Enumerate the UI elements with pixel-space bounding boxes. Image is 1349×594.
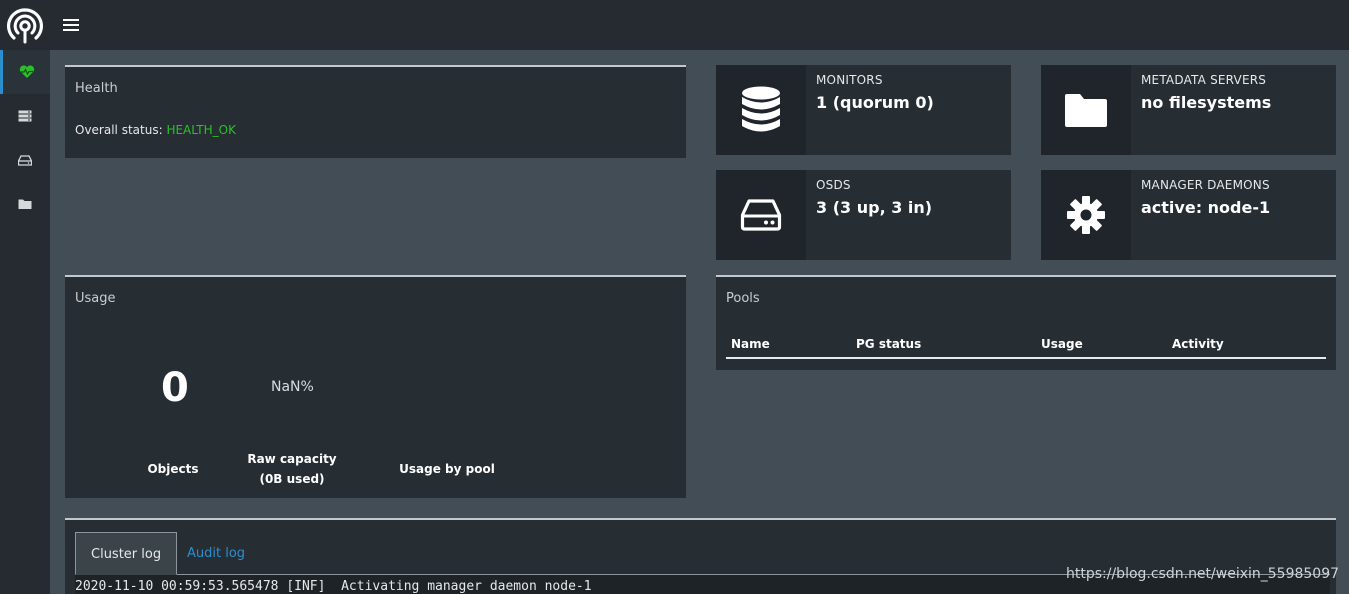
pools-col-usage[interactable]: Usage	[1041, 337, 1083, 351]
overall-status-value: HEALTH_OK	[166, 123, 236, 137]
sidebar	[0, 50, 50, 594]
manager-daemons-label: MANAGER DAEMONS	[1141, 178, 1270, 192]
top-navbar	[0, 0, 1349, 50]
pools-col-pg-status[interactable]: PG status	[856, 337, 921, 351]
raw-capacity-used: (0B used)	[259, 472, 325, 486]
drive-icon	[740, 199, 782, 231]
sidebar-item-cluster[interactable]	[0, 94, 50, 138]
pools-header-underline	[726, 357, 1326, 359]
metadata-servers-card[interactable]: METADATA SERVERS no filesystems	[1041, 65, 1336, 155]
sidebar-item-dashboard[interactable]	[0, 50, 50, 94]
manager-daemons-card[interactable]: MANAGER DAEMONS active: node-1	[1041, 170, 1336, 260]
overall-status: Overall status: HEALTH_OK	[75, 123, 236, 137]
usage-by-pool-label: Usage by pool	[399, 462, 495, 476]
sidebar-item-filesystems[interactable]	[0, 182, 50, 226]
monitors-value: 1 (quorum 0)	[816, 93, 934, 112]
gear-icon	[1067, 196, 1105, 234]
osds-label: OSDS	[816, 178, 851, 192]
usage-title: Usage	[75, 291, 116, 306]
manager-daemons-icon-box	[1041, 170, 1131, 260]
monitors-label: MONITORS	[816, 73, 883, 87]
objects-count: 0	[161, 365, 189, 411]
usage-card: Usage 0 NaN% Objects Raw capacity (0B us…	[65, 275, 686, 498]
folder-icon	[18, 199, 32, 209]
watermark-text: https://blog.csdn.net/weixin_55985097	[1066, 566, 1340, 582]
ceph-logo-icon[interactable]	[6, 7, 44, 45]
objects-label: Objects	[147, 462, 199, 476]
server-list-icon	[18, 110, 32, 122]
monitors-icon-box	[716, 65, 806, 155]
hamburger-icon[interactable]	[63, 16, 79, 34]
osds-value: 3 (3 up, 3 in)	[816, 198, 933, 217]
metadata-servers-value: no filesystems	[1141, 93, 1272, 112]
overall-status-label: Overall status:	[75, 123, 163, 137]
sidebar-item-block[interactable]	[0, 138, 50, 182]
raw-capacity-percent: NaN%	[271, 379, 314, 395]
tab-cluster-log[interactable]: Cluster log	[75, 532, 178, 575]
raw-capacity: Raw capacity (0B used)	[242, 449, 342, 489]
monitors-card[interactable]: MONITORS 1 (quorum 0)	[716, 65, 1011, 155]
manager-daemons-value: active: node-1	[1141, 198, 1271, 217]
database-icon	[742, 86, 780, 132]
logs-card: Cluster log Audit log 2020-11-10 00:59:5…	[65, 518, 1336, 594]
heartbeat-icon	[19, 65, 34, 78]
pools-col-activity[interactable]: Activity	[1172, 337, 1224, 351]
raw-capacity-label: Raw capacity	[247, 452, 337, 466]
folder-icon	[1065, 94, 1107, 127]
pools-title: Pools	[726, 291, 760, 306]
metadata-servers-label: METADATA SERVERS	[1141, 73, 1267, 87]
osds-icon-box	[716, 170, 806, 260]
tab-audit-log[interactable]: Audit log	[172, 532, 260, 575]
health-title: Health	[75, 81, 118, 96]
pools-col-name[interactable]: Name	[731, 337, 770, 351]
health-card: Health Overall status: HEALTH_OK	[65, 65, 686, 158]
drive-icon	[18, 154, 32, 166]
osds-card[interactable]: OSDS 3 (3 up, 3 in)	[716, 170, 1011, 260]
metadata-servers-icon-box	[1041, 65, 1131, 155]
pools-card: Pools Name PG status Usage Activity	[716, 275, 1336, 370]
